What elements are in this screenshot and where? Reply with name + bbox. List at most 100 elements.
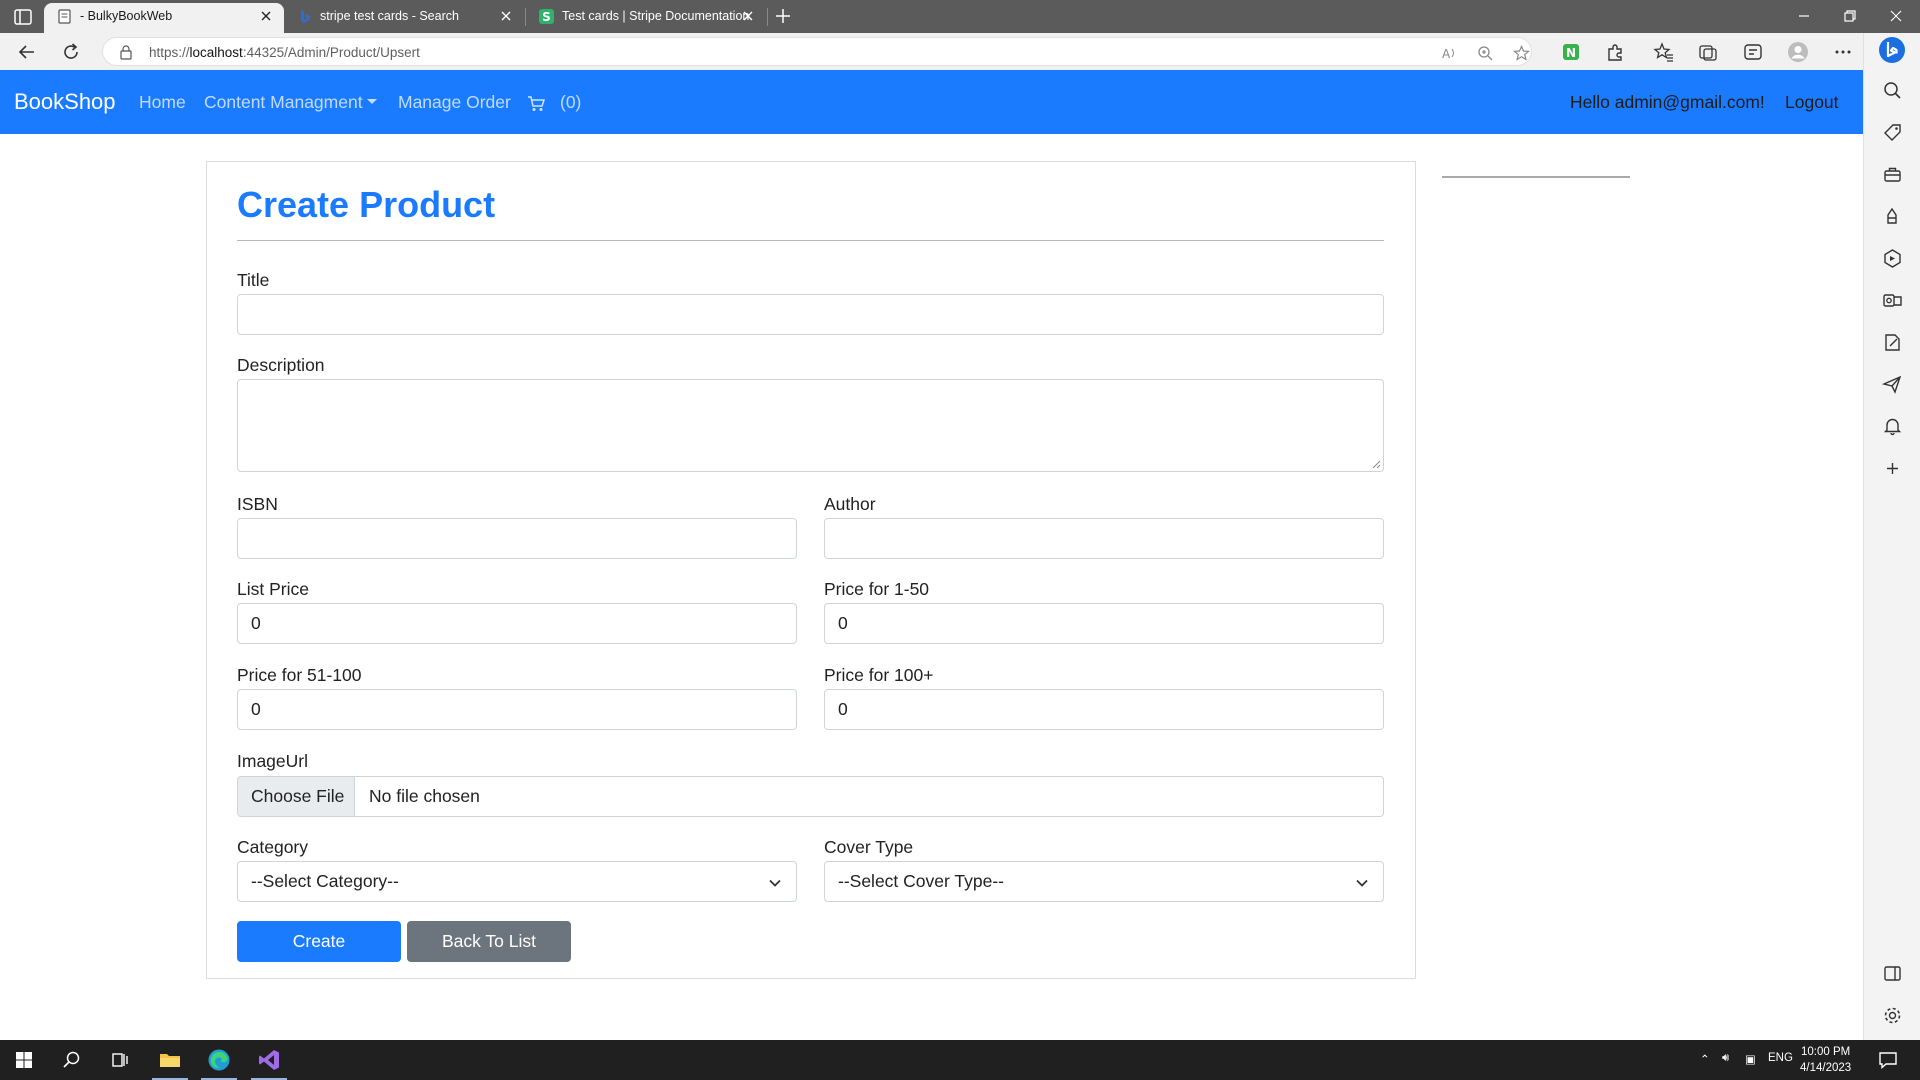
minimize-icon[interactable] [1794,6,1814,26]
collections-icon[interactable] [1697,41,1719,63]
price-51-100-label: Price for 51-100 [237,665,362,685]
create-button[interactable]: Create [237,921,401,962]
cart-count[interactable]: (0) [560,92,581,113]
tag-icon[interactable] [1882,122,1903,143]
file-explorer-icon[interactable] [158,1048,182,1072]
lock-icon[interactable] [118,44,134,60]
cart-icon[interactable] [527,94,546,113]
tab-title: stripe test cards - Search [320,9,459,23]
clock-time: 10:00 PM [1800,1046,1851,1058]
web-page: BookShop Home Content Managment Manage O… [0,70,1863,1040]
browser-tab-strip: - BulkyBookWeb stripe test cards - Searc… [0,0,1920,33]
chevron-down-icon [1354,875,1370,891]
sidebar-toggle-icon[interactable] [1882,963,1903,984]
favorites-icon[interactable] [1652,41,1674,63]
puzzle-icon[interactable] [1604,41,1626,63]
new-tab-icon[interactable] [773,6,793,26]
back-to-list-button[interactable]: Back To List [407,921,571,962]
price-1-50-label: Price for 1-50 [824,579,930,599]
bell-icon[interactable] [1882,416,1903,437]
settings-gear-icon[interactable] [1882,1005,1903,1026]
tab-title: - BulkyBookWeb [80,9,173,23]
shopping-icon[interactable] [1742,41,1764,63]
price-1-50-input[interactable]: 0 [824,603,1384,644]
outlook-icon[interactable] [1882,290,1903,311]
send-icon[interactable] [1882,374,1903,395]
browser-toolbar: https://localhost:44325/Admin/Product/Up… [0,33,1868,70]
edge-icon[interactable] [207,1048,231,1072]
isbn-input[interactable] [237,518,797,559]
language-indicator[interactable]: ENG [1768,1052,1793,1064]
category-label: Category [237,837,309,857]
isbn-label: ISBN [237,494,278,514]
svg-text:N: N [1566,46,1576,60]
windows-taskbar: ⌃ 🔊︎ ▣ ENG 10:00 PM 4/14/2023 [0,1040,1920,1080]
choose-file-button[interactable]: Choose File [238,777,355,816]
search-icon[interactable] [1882,80,1903,101]
tab-stripe-search[interactable]: stripe test cards - Search [284,0,524,33]
image-file-input[interactable]: Choose File No file chosen [237,776,1384,817]
site-navbar: BookShop Home Content Managment Manage O… [0,70,1863,134]
list-price-input[interactable]: 0 [237,603,797,644]
games-icon[interactable] [1882,206,1903,227]
search-icon[interactable] [60,1048,84,1072]
close-icon[interactable] [740,8,756,24]
divider [237,240,1384,241]
read-aloud-icon[interactable]: A [1441,45,1458,62]
close-window-icon[interactable] [1886,6,1906,26]
add-icon[interactable] [1882,458,1903,479]
extension-icon[interactable]: N [1560,41,1582,63]
notification-icon[interactable] [1876,1048,1900,1072]
price-100-plus-input[interactable]: 0 [824,689,1384,730]
tab-separator [767,8,768,26]
price-100-plus-label: Price for 100+ [824,665,934,685]
tab-bulkybookweb[interactable]: - BulkyBookWeb [44,3,284,33]
bing-search-favicon-icon [296,8,313,25]
windows-start-icon[interactable] [12,1048,36,1072]
microsoft-365-icon[interactable] [1882,248,1903,269]
svg-text:S: S [542,10,551,24]
volume-icon[interactable]: 🔊︎ [1722,1052,1729,1065]
more-icon[interactable] [1832,41,1854,63]
zoom-icon[interactable] [1477,45,1494,62]
drop-icon[interactable] [1882,332,1903,353]
cover-type-select[interactable]: --Select Cover Type-- [824,861,1384,902]
clock-date: 4/14/2023 [1800,1062,1852,1074]
bing-icon[interactable] [1878,36,1906,64]
nav-link-content-management[interactable]: Content Managment [204,92,377,113]
network-icon[interactable]: ▣ [1745,1052,1756,1066]
title-input[interactable] [237,294,1384,335]
close-icon[interactable] [498,8,514,24]
author-input[interactable] [824,518,1384,559]
user-greeting[interactable]: Hello admin@gmail.com! [1570,92,1765,113]
visual-studio-icon[interactable] [257,1048,281,1072]
restore-icon[interactable] [1840,6,1860,26]
favorite-add-icon[interactable] [1513,45,1530,62]
chevron-down-icon [767,875,783,891]
resize-handle-icon[interactable] [1372,460,1381,469]
address-bar[interactable]: https://localhost:44325/Admin/Product/Up… [102,37,1532,66]
image-url-label: ImageUrl [237,751,308,771]
tab-stripe-docs[interactable]: S Test cards | Stripe Documentation [526,0,766,33]
logout-link[interactable]: Logout [1785,92,1839,113]
task-view-icon[interactable] [108,1048,132,1072]
caret-down-icon [366,99,377,104]
tab-actions-icon[interactable] [12,8,34,26]
nav-link-manage-order[interactable]: Manage Order [398,92,511,113]
description-textarea[interactable] [237,379,1384,472]
category-selected-value: --Select Category-- [251,871,399,891]
price-51-100-input[interactable]: 0 [237,689,797,730]
description-label: Description [237,355,325,375]
back-arrow-icon[interactable] [16,41,38,63]
tray-overflow-icon[interactable]: ⌃ [1700,1052,1710,1066]
toolbox-icon[interactable] [1882,164,1903,185]
category-select[interactable]: --Select Category-- [237,861,797,902]
nav-link-home[interactable]: Home [139,92,186,113]
author-label: Author [824,494,876,514]
profile-icon[interactable] [1787,41,1809,63]
brand-link[interactable]: BookShop [14,89,116,115]
svg-text:A: A [1442,47,1451,61]
close-icon[interactable] [258,8,274,24]
refresh-icon[interactable] [60,41,82,63]
system-clock[interactable]: 10:00 PM 4/14/2023 [1800,1044,1851,1076]
